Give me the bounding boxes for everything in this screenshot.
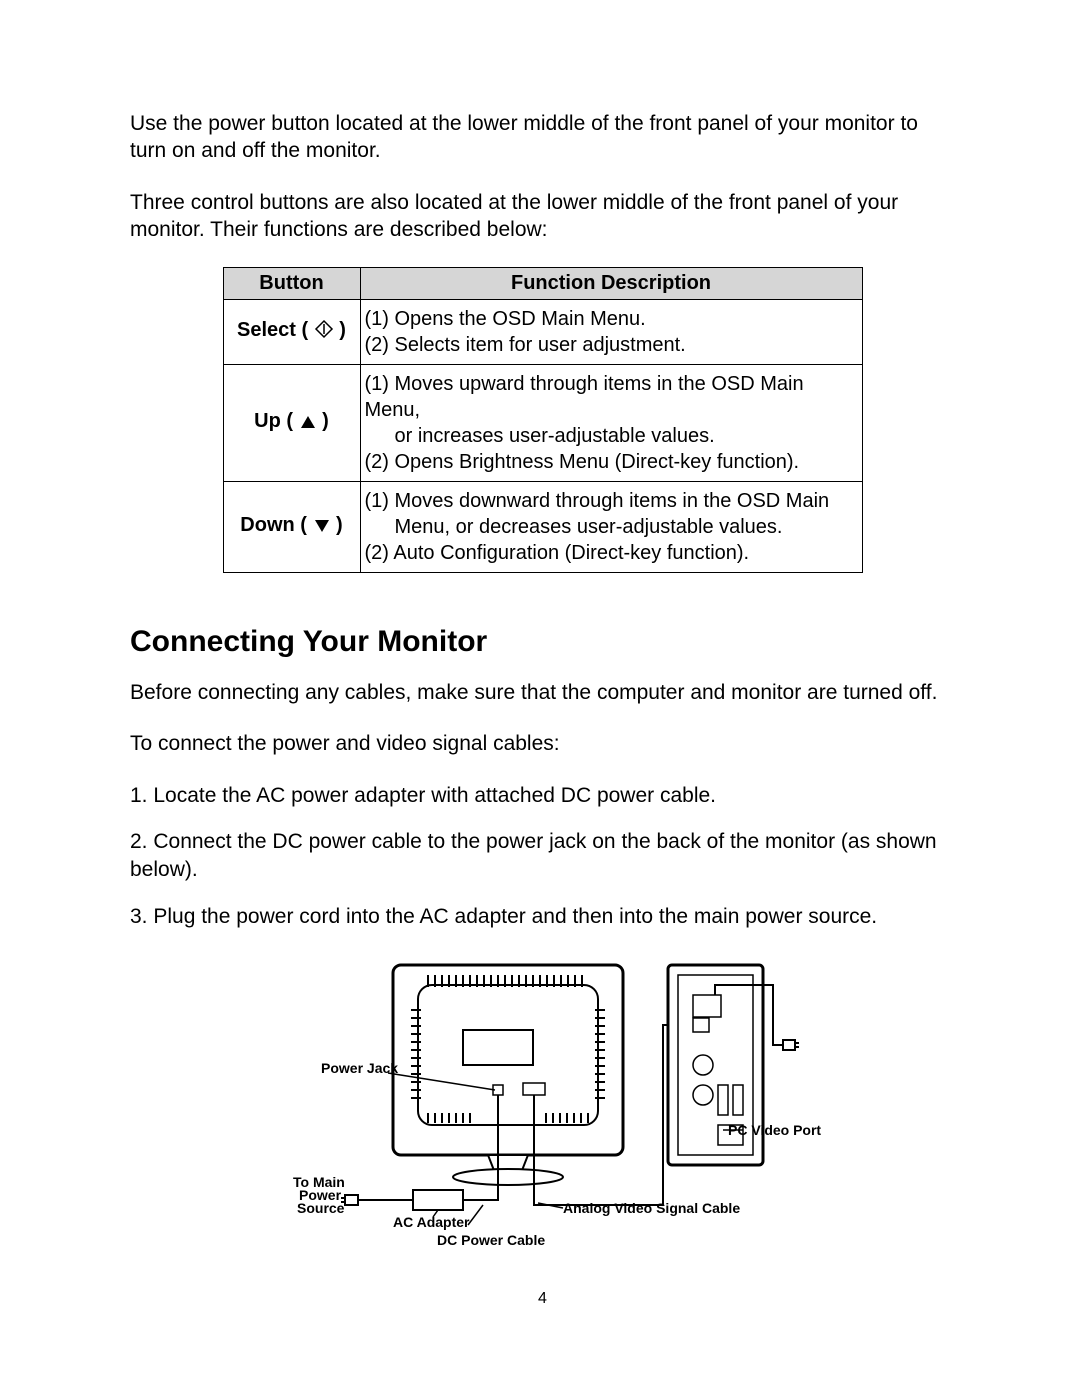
section-heading-connecting: Connecting Your Monitor bbox=[130, 625, 955, 659]
steps-list: 1. Locate the AC power adapter with atta… bbox=[130, 782, 955, 931]
select-icon bbox=[314, 319, 334, 345]
desc-cell-up: (1) Moves upward through items in the OS… bbox=[360, 365, 862, 482]
down-triangle-icon bbox=[313, 517, 331, 540]
table-row: Select ( ) (1) Opens the OSD Main Menu. … bbox=[223, 300, 862, 365]
button-function-table: Button Function Description Select ( ) (… bbox=[223, 267, 863, 573]
table-header-description: Function Description bbox=[360, 268, 862, 300]
connect-paragraph-1: Before connecting any cables, make sure … bbox=[130, 679, 955, 706]
intro-paragraph-2: Three control buttons are also located a… bbox=[130, 189, 955, 244]
step-1: 1. Locate the AC power adapter with atta… bbox=[130, 782, 955, 810]
step-2: 2. Connect the DC power cable to the pow… bbox=[130, 828, 955, 885]
connection-diagram: Power Jack To Main Power Source AC Adapt… bbox=[130, 955, 955, 1260]
label-to-main-3: Source bbox=[297, 1200, 345, 1216]
table-row: Up ( ) (1) Moves upward through items in… bbox=[223, 365, 862, 482]
label-dc-cable: DC Power Cable bbox=[437, 1232, 545, 1248]
page-number: 4 bbox=[130, 1290, 955, 1308]
table-header-button: Button bbox=[223, 268, 360, 300]
button-cell-select: Select ( ) bbox=[223, 300, 360, 365]
document-page: Use the power button located at the lowe… bbox=[0, 0, 1080, 1368]
desc-cell-select: (1) Opens the OSD Main Menu. (2) Selects… bbox=[360, 300, 862, 365]
label-pc-video-port: PC Video Port bbox=[728, 1122, 821, 1138]
label-power-jack: Power Jack bbox=[321, 1060, 398, 1076]
button-cell-up: Up ( ) bbox=[223, 365, 360, 482]
table-row: Down ( ) (1) Moves downward through item… bbox=[223, 482, 862, 573]
step-3: 3. Plug the power cord into the AC adapt… bbox=[130, 903, 955, 931]
up-triangle-icon bbox=[299, 413, 317, 436]
connect-paragraph-2: To connect the power and video signal ca… bbox=[130, 730, 955, 757]
button-cell-down: Down ( ) bbox=[223, 482, 360, 573]
desc-cell-down: (1) Moves downward through items in the … bbox=[360, 482, 862, 573]
label-ac-adapter: AC Adapter bbox=[393, 1214, 470, 1230]
label-analog-cable: Analog Video Signal Cable bbox=[563, 1200, 740, 1216]
intro-paragraph-1: Use the power button located at the lowe… bbox=[130, 110, 955, 165]
